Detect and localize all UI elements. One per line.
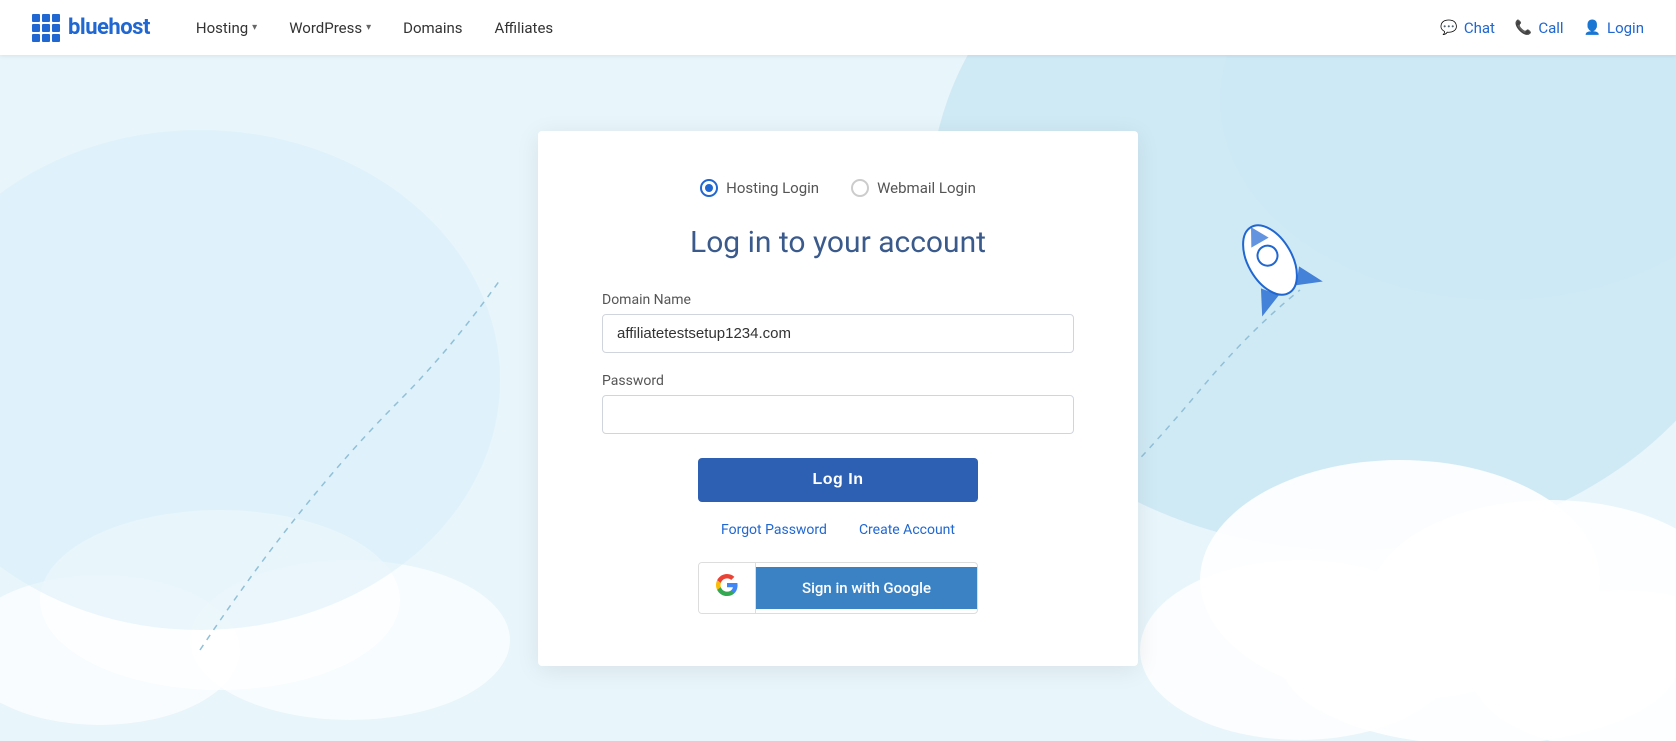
- tab-hosting-login[interactable]: Hosting Login: [700, 179, 819, 197]
- google-signin-button[interactable]: Sign in with Google: [698, 562, 978, 614]
- chat-link[interactable]: 💬 Chat: [1440, 19, 1495, 37]
- radio-webmail-icon: [851, 179, 869, 197]
- login-type-tabs: Hosting Login Webmail Login: [602, 179, 1074, 197]
- nav-item-hosting[interactable]: Hosting ▾: [182, 11, 271, 45]
- domain-input[interactable]: [602, 314, 1074, 353]
- user-icon: 👤: [1584, 20, 1601, 36]
- login-link[interactable]: 👤 Login: [1584, 19, 1644, 37]
- login-card: Hosting Login Webmail Login Log in to yo…: [538, 131, 1138, 666]
- google-signin-label: Sign in with Google: [756, 567, 977, 609]
- navbar: bluehost Hosting ▾ WordPress ▾ Domains A…: [0, 0, 1676, 55]
- chevron-down-icon: ▾: [252, 22, 257, 33]
- nav-label-affiliates: Affiliates: [495, 19, 554, 37]
- main-content: Hosting Login Webmail Login Log in to yo…: [0, 55, 1676, 741]
- domain-label: Domain Name: [602, 292, 1074, 308]
- create-account-link[interactable]: Create Account: [859, 522, 955, 538]
- radio-hosting-icon: [700, 179, 718, 197]
- nav-item-affiliates[interactable]: Affiliates: [481, 11, 568, 45]
- login-nav-label: Login: [1607, 19, 1644, 37]
- nav-items: Hosting ▾ WordPress ▾ Domains Affiliates: [182, 11, 1440, 45]
- tab-hosting-label: Hosting Login: [726, 179, 819, 197]
- google-g-icon: [715, 573, 739, 603]
- brand-name: bluehost: [68, 15, 150, 40]
- call-link[interactable]: 📞 Call: [1515, 19, 1564, 37]
- nav-item-domains[interactable]: Domains: [389, 11, 476, 45]
- google-icon-box: [699, 563, 756, 613]
- logo-grid: [32, 14, 60, 42]
- login-title: Log in to your account: [602, 225, 1074, 260]
- login-button[interactable]: Log In: [698, 458, 978, 502]
- chat-icon: 💬: [1440, 20, 1457, 36]
- nav-label-wordpress: WordPress: [289, 19, 362, 37]
- nav-label-domains: Domains: [403, 19, 462, 37]
- password-input[interactable]: [602, 395, 1074, 434]
- nav-item-wordpress[interactable]: WordPress ▾: [275, 11, 385, 45]
- brand-logo[interactable]: bluehost: [32, 14, 150, 42]
- phone-icon: 📞: [1515, 20, 1532, 36]
- nav-label-hosting: Hosting: [196, 19, 248, 37]
- domain-field-group: Domain Name: [602, 292, 1074, 353]
- secondary-links: Forgot Password Create Account: [602, 522, 1074, 538]
- forgot-password-link[interactable]: Forgot Password: [721, 522, 827, 538]
- tab-webmail-login[interactable]: Webmail Login: [851, 179, 976, 197]
- chat-label: Chat: [1464, 19, 1495, 37]
- chevron-down-icon: ▾: [366, 22, 371, 33]
- tab-webmail-label: Webmail Login: [877, 179, 976, 197]
- nav-actions: 💬 Chat 📞 Call 👤 Login: [1440, 19, 1644, 37]
- password-field-group: Password: [602, 373, 1074, 434]
- call-label: Call: [1538, 19, 1563, 37]
- password-label: Password: [602, 373, 1074, 389]
